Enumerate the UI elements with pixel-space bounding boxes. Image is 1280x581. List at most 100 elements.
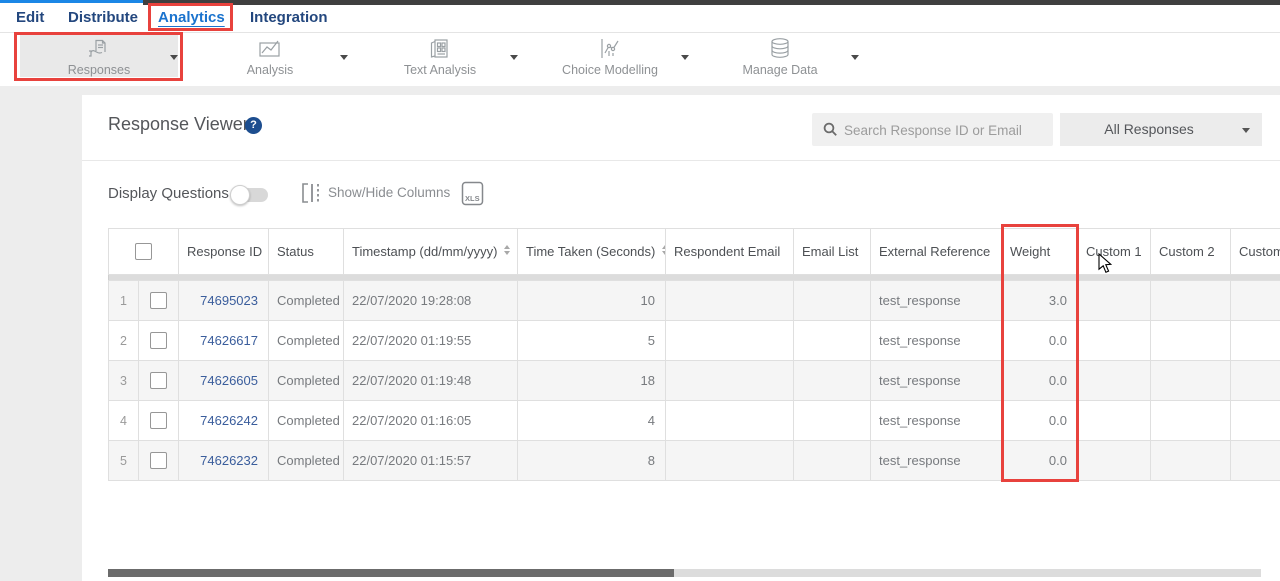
cell-external-reference: test_response [871,321,1002,361]
row-number: 2 [109,321,139,361]
toolbar-item-text-analysis[interactable]: Text Analysis [370,33,510,86]
cell-external-reference: test_response [871,441,1002,481]
toolbar-caret-analysis[interactable] [340,55,348,60]
text-analysis-icon [370,33,510,61]
response-id-link[interactable]: 74695023 [200,293,258,308]
cell-custom-3 [1231,441,1280,481]
cell-time-taken: 10 [518,281,666,321]
column-header-respondent-email: Respondent Email [666,229,794,275]
response-id-link[interactable]: 74626605 [200,373,258,388]
row-checkbox-cell [139,361,179,401]
toolbar-item-responses[interactable]: Responses [29,33,169,86]
search-box [812,113,1053,146]
responses-table-wrapper: Response ID Status Timestamp (dd/mm/yyyy) T… [108,228,1280,481]
toolbar-item-label: Analysis [200,63,340,77]
cell-custom-2 [1151,321,1231,361]
column-header-email-list: Email List [794,229,871,275]
toolbar-item-manage-data[interactable]: Manage Data [710,33,850,86]
column-header-custom-1: Custom 1 [1078,229,1151,275]
cell-custom-1 [1078,441,1151,481]
column-header-label: Time Taken (Seconds) [526,244,655,259]
column-header-custom-2: Custom 2 [1151,229,1231,275]
column-header-label: External Reference [879,244,990,259]
row-number: 1 [109,281,139,321]
response-id-link[interactable]: 74626617 [200,333,258,348]
row-number: 3 [109,361,139,401]
show-hide-columns-button[interactable]: Show/Hide Columns [300,182,324,206]
cell-status: Completed [269,361,344,401]
search-icon [823,122,838,137]
toolbar-item-label: Choice Modelling [540,63,680,77]
column-header-label: Custom 1 [1086,244,1142,259]
chevron-down-icon [1242,128,1250,133]
row-checkbox[interactable] [150,292,167,309]
row-checkbox[interactable] [150,412,167,429]
cell-custom-3 [1231,361,1280,401]
select-all-checkbox[interactable] [135,243,152,260]
section-divider [82,160,1280,161]
column-header-timestamp-dd-mm-yyyy[interactable]: Timestamp (dd/mm/yyyy) [344,229,518,275]
table-row: 574626232Completed22/07/2020 01:15:578te… [109,441,1280,481]
cell-custom-1 [1078,361,1151,401]
horizontal-scrollbar-thumb[interactable] [108,569,674,577]
cell-status: Completed [269,321,344,361]
response-id-link[interactable]: 74626242 [200,413,258,428]
toolbar-item-analysis[interactable]: Analysis [200,33,340,86]
cell-status: Completed [269,401,344,441]
cell-weight: 3.0 [1002,281,1078,321]
sort-up-arrow [504,245,510,249]
cell-timestamp: 22/07/2020 01:19:48 [344,361,518,401]
column-header-label: Status [277,244,314,259]
table-header-row: Response ID Status Timestamp (dd/mm/yyyy) T… [109,229,1280,275]
row-checkbox[interactable] [150,372,167,389]
column-header-label: Respondent Email [674,244,780,259]
manage-data-icon [710,33,850,61]
column-header-response-id[interactable]: Response ID [179,229,269,275]
display-questions-toggle[interactable] [230,184,272,206]
xls-export-button[interactable]: XLS [461,181,485,212]
cell-custom-3 [1231,321,1280,361]
horizontal-scrollbar-track[interactable] [108,569,1261,577]
row-checkbox[interactable] [150,332,167,349]
toolbar-item-choice-modelling[interactable]: Choice Modelling [540,33,680,86]
cell-email-list [794,441,871,481]
cell-timestamp: 22/07/2020 01:15:57 [344,441,518,481]
cell-email-list [794,321,871,361]
response-filter-dropdown[interactable]: All Responses [1060,113,1262,146]
toolbar-caret-choice-modelling[interactable] [681,55,689,60]
column-header-label: Email List [802,244,858,259]
row-checkbox-cell [139,321,179,361]
cell-response-id: 74626232 [179,441,269,481]
cell-status: Completed [269,281,344,321]
cell-custom-2 [1151,281,1231,321]
row-number: 5 [109,441,139,481]
cell-weight: 0.0 [1002,321,1078,361]
toolbar-caret-responses[interactable] [170,55,178,60]
toolbar-caret-manage-data[interactable] [851,55,859,60]
nav-item-integration[interactable]: Integration [250,5,328,32]
toolbar-caret-text-analysis[interactable] [510,55,518,60]
cell-email-list [794,361,871,401]
help-icon[interactable]: ? [245,117,262,134]
page-left-margin [0,95,82,581]
cell-external-reference: test_response [871,361,1002,401]
cell-weight: 0.0 [1002,401,1078,441]
progress-bar-blue [0,0,143,3]
cell-external-reference: test_response [871,401,1002,441]
cell-respondent-email [666,281,794,321]
row-checkbox[interactable] [150,452,167,469]
cell-respondent-email [666,441,794,481]
nav-item-edit[interactable]: Edit [16,5,44,32]
nav-item-analytics[interactable]: Analytics [158,5,225,32]
nav-item-distribute[interactable]: Distribute [68,5,138,32]
select-all-header-cell [109,229,179,275]
xls-icon: XLS [461,181,485,207]
column-header-time-taken-seconds[interactable]: Time Taken (Seconds) [518,229,666,275]
response-id-link[interactable]: 74626232 [200,453,258,468]
search-input[interactable] [842,113,1046,148]
table-row: 274626617Completed22/07/2020 01:19:555te… [109,321,1280,361]
column-header-custom-3: Custom 3 [1231,229,1280,275]
cell-custom-1 [1078,401,1151,441]
cell-response-id: 74626605 [179,361,269,401]
show-hide-columns-label: Show/Hide Columns [328,185,450,200]
